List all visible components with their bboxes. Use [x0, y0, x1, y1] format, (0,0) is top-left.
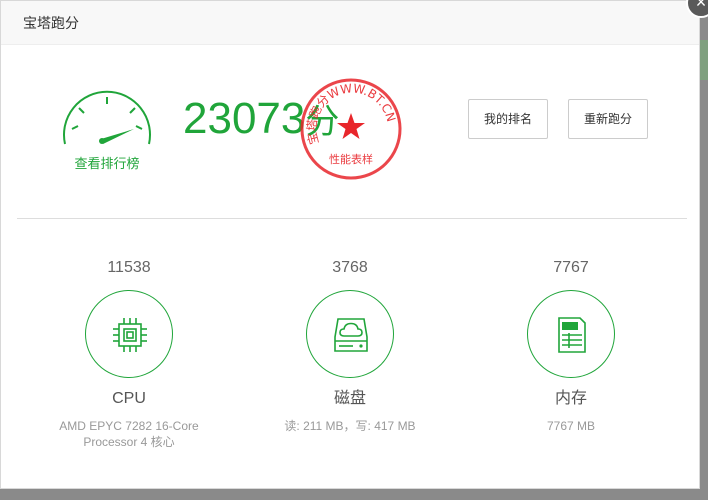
memory-score: 7767 [553, 259, 589, 276]
total-score-value: 23073 [183, 94, 306, 143]
dialog-header: 宝塔跑分 [1, 1, 699, 45]
seal-stamp: 宝塔跑分WWW.BT.CN 性能表样 [300, 78, 402, 180]
cpu-metric: 11538 CPU AMD EPYC 7282 16-Core Processo… [29, 257, 229, 450]
disk-detail: 读: 211 MB，写: 417 MB [284, 419, 416, 433]
cpu-score: 11538 [107, 259, 151, 276]
disk-label: 磁盘 [333, 390, 366, 407]
retest-button[interactable]: 重新跑分 [568, 99, 648, 139]
memory-icon-circle [527, 290, 615, 378]
cpu-chip-icon [113, 318, 147, 352]
benchmark-dialog: 宝塔跑分 查看排行榜 23073分 宝塔跑分WWW.BT.CN 性能表样 我的排… [0, 0, 700, 489]
memory-label: 内存 [554, 390, 587, 407]
section-divider [17, 218, 687, 219]
disk-icon-circle [306, 290, 394, 378]
memory-detail: 7767 MB [546, 419, 596, 433]
memory-card-icon [558, 317, 586, 353]
view-leaderboard-link[interactable]: 查看排行榜 [57, 153, 157, 172]
dialog-title: 宝塔跑分 [23, 15, 79, 31]
disk-score: 3768 [332, 259, 368, 276]
cpu-icon-circle [85, 290, 173, 378]
cpu-label: CPU [112, 390, 146, 407]
speedometer-icon[interactable] [57, 89, 157, 149]
close-icon: × [695, 0, 707, 12]
disk-metric: 3768 磁盘 读: 211 MB，写: 417 MB [250, 257, 450, 434]
memory-metric: 7767 内存 7767 MB [471, 257, 671, 434]
my-rank-button[interactable]: 我的排名 [468, 99, 548, 139]
cloud-disk-icon [334, 318, 368, 352]
svg-text:性能表样: 性能表样 [329, 152, 373, 166]
cpu-detail: AMD EPYC 7282 16-Core Processor 4 核心 [59, 419, 199, 449]
